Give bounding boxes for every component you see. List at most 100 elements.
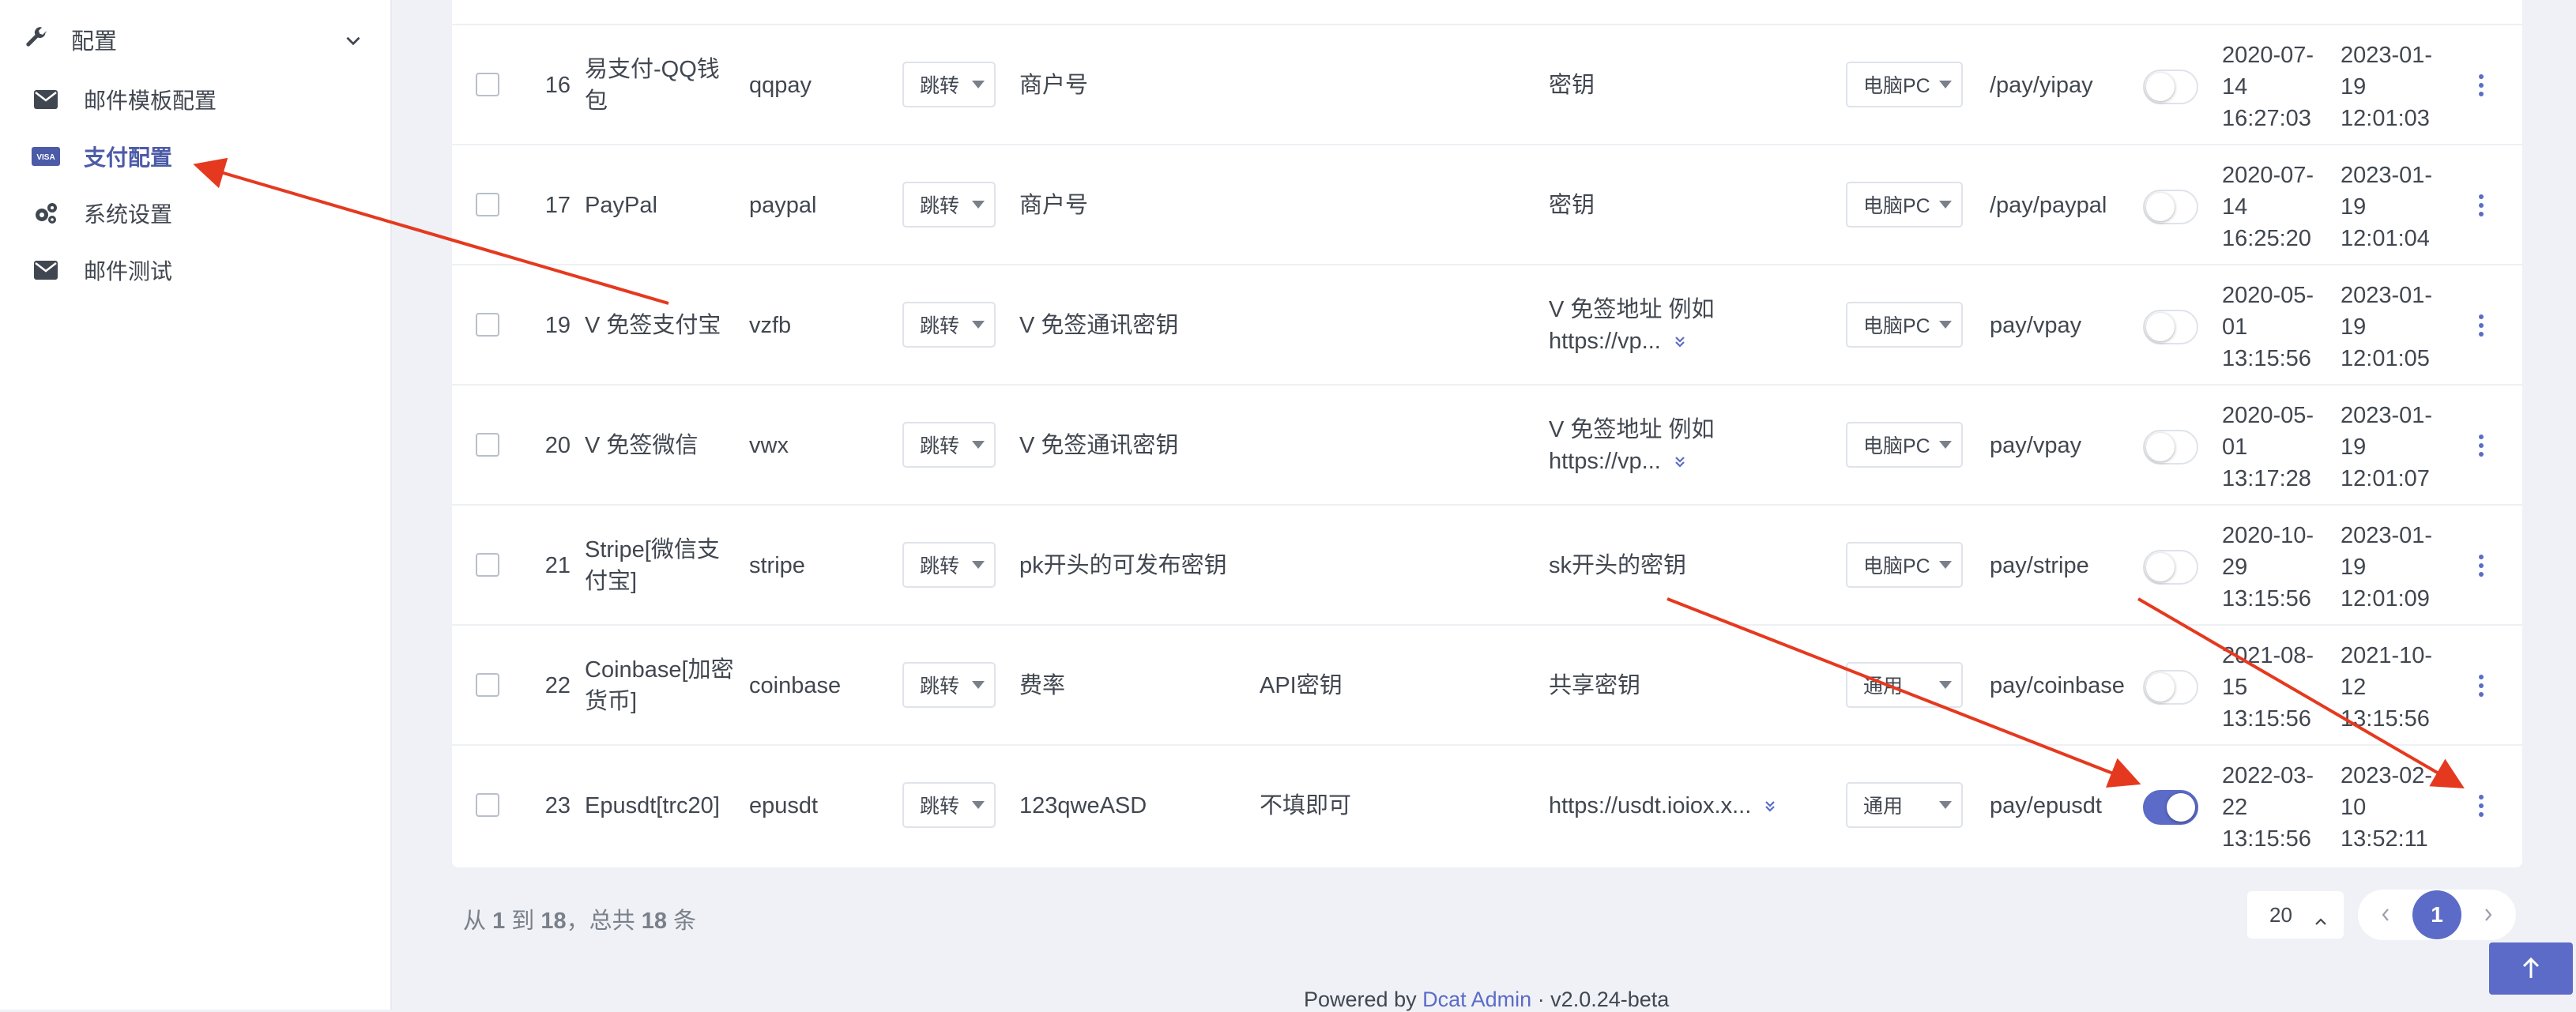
row-name: Epusdt[trc20] [585, 793, 720, 818]
summary-to: 18 [540, 909, 567, 934]
more-actions-icon[interactable] [2473, 430, 2489, 461]
enable-toggle[interactable] [2143, 310, 2198, 344]
caret-down-icon [972, 801, 985, 809]
row-merchant: 费率 [1019, 673, 1066, 698]
more-actions-icon[interactable] [2473, 310, 2489, 341]
type-select[interactable]: 通用 [1846, 662, 1963, 708]
row-merchant: 商户号 [1019, 193, 1089, 218]
row-created-at: 2020-10-29 13:15:56 [2222, 523, 2314, 611]
version-text: · v2.0.24-beta [1537, 988, 1670, 1011]
row-secret: 共享密钥 [1549, 670, 1786, 702]
sidebar-group-config[interactable]: 配置 [24, 19, 363, 60]
more-actions-icon[interactable] [2473, 550, 2489, 581]
caret-down-icon [1939, 201, 1952, 209]
back-to-top-button[interactable] [2489, 942, 2573, 995]
row-secret: 密钥 [1549, 190, 1786, 221]
row-created-at: 2020-05-01 13:17:28 [2222, 403, 2314, 491]
row-created-at: 2022-03-22 13:15:56 [2222, 763, 2314, 852]
row-checkbox[interactable] [476, 553, 499, 577]
per-page-select[interactable]: 20 [2247, 891, 2344, 939]
method-select[interactable]: 跳转 [902, 782, 996, 828]
method-value: 跳转 [920, 75, 960, 97]
row-name: PayPal [585, 193, 657, 218]
row-created-at: 2020-07-14 16:25:20 [2222, 163, 2314, 251]
type-select[interactable]: 电脑PC [1846, 302, 1963, 348]
chevron-up-icon [2314, 909, 2328, 933]
row-route: pay/coinbase [1990, 673, 2125, 698]
row-checkbox[interactable] [476, 73, 499, 96]
powered-by: Powered by Dcat Admin · v2.0.24-beta [1304, 988, 1669, 1012]
row-checkbox[interactable] [476, 313, 499, 337]
sidebar-item-system-settings[interactable]: 系统设置 [32, 190, 363, 237]
caret-down-icon [972, 681, 985, 689]
row-code: vzfb [749, 313, 792, 338]
row-route: pay/stripe [1990, 553, 2089, 578]
row-route: /pay/paypal [1990, 193, 2107, 218]
more-actions-icon[interactable] [2473, 190, 2489, 221]
row-merchant: 123qweASD [1019, 793, 1147, 818]
row-checkbox[interactable] [476, 433, 499, 457]
double-chevron-down-icon[interactable] [1672, 446, 1688, 478]
row-secret-text: 共享密钥 [1549, 673, 1641, 698]
table-row-partial [452, 0, 2522, 22]
row-merchant: pk开头的可发布密钥 [1019, 553, 1227, 578]
row-checkbox[interactable] [476, 793, 499, 817]
type-select[interactable]: 电脑PC [1846, 62, 1963, 107]
row-name: Stripe[微信支付宝] [585, 537, 720, 594]
sidebar-item-payment-config[interactable]: VISA 支付配置 [32, 133, 363, 180]
arrow-up-icon [2522, 957, 2540, 978]
type-value: 电脑PC [1863, 75, 1930, 97]
method-select[interactable]: 跳转 [902, 182, 996, 228]
sidebar: 配置 邮件模板配置 VISA 支付配置 系统设置 邮件测试 [0, 0, 392, 1010]
caret-down-icon [972, 321, 985, 329]
chevron-down-icon[interactable] [343, 30, 363, 55]
more-actions-icon[interactable] [2473, 70, 2489, 101]
enable-toggle[interactable] [2143, 670, 2198, 705]
type-select[interactable]: 电脑PC [1846, 422, 1963, 468]
sidebar-item-label: 邮件模板配置 [84, 88, 217, 113]
enable-toggle[interactable] [2143, 70, 2198, 104]
caret-down-icon [1939, 81, 1952, 88]
type-select[interactable]: 通用 [1846, 782, 1963, 828]
row-code: vwx [749, 433, 789, 458]
row-id: 21 [544, 553, 571, 578]
more-actions-icon[interactable] [2473, 670, 2489, 702]
chevron-left-icon[interactable] [2374, 903, 2397, 927]
method-value: 跳转 [920, 675, 960, 698]
row-name: 易支付-QQ钱包 [585, 57, 720, 114]
summary-to-label: 到 [511, 909, 535, 934]
method-value: 跳转 [920, 315, 960, 337]
summary-from: 1 [492, 909, 506, 934]
enable-toggle[interactable] [2143, 430, 2198, 465]
method-select[interactable]: 跳转 [902, 302, 996, 348]
row-secret-text: sk开头的密钥 [1549, 553, 1687, 578]
enable-toggle[interactable] [2143, 790, 2198, 825]
page-current[interactable]: 1 [2412, 890, 2461, 939]
sidebar-item-mail-template[interactable]: 邮件模板配置 [32, 76, 363, 123]
row-checkbox[interactable] [476, 673, 499, 697]
table-row-21: 21 Stripe[微信支付宝] stripe 跳转 pk开头的可发布密钥 sk… [452, 504, 2522, 626]
method-select[interactable]: 跳转 [902, 422, 996, 468]
method-select[interactable]: 跳转 [902, 542, 996, 588]
double-chevron-down-icon[interactable] [1762, 791, 1778, 822]
type-select[interactable]: 电脑PC [1846, 542, 1963, 588]
method-select[interactable]: 跳转 [902, 662, 996, 708]
method-select[interactable]: 跳转 [902, 62, 996, 107]
row-id: 17 [544, 193, 571, 218]
sidebar-item-mail-test[interactable]: 邮件测试 [32, 246, 363, 294]
type-select[interactable]: 电脑PC [1846, 182, 1963, 228]
summary-total: 18 [641, 909, 667, 934]
row-secret: sk开头的密钥 [1549, 550, 1786, 581]
more-actions-icon[interactable] [2473, 790, 2489, 822]
enable-toggle[interactable] [2143, 550, 2198, 585]
payment-table: 16 易支付-QQ钱包 qqpay 跳转 商户号 密钥 电脑PC /pay/yi… [452, 0, 2522, 867]
row-merchant: V 免签通讯密钥 [1019, 433, 1179, 458]
chevron-right-icon[interactable] [2476, 903, 2500, 927]
caret-down-icon [972, 201, 985, 209]
powered-link[interactable]: Dcat Admin [1422, 988, 1531, 1011]
row-checkbox[interactable] [476, 193, 499, 216]
double-chevron-down-icon[interactable] [1672, 326, 1688, 358]
enable-toggle[interactable] [2143, 190, 2198, 224]
row-code: stripe [749, 553, 805, 578]
per-page-value: 20 [2269, 902, 2292, 927]
